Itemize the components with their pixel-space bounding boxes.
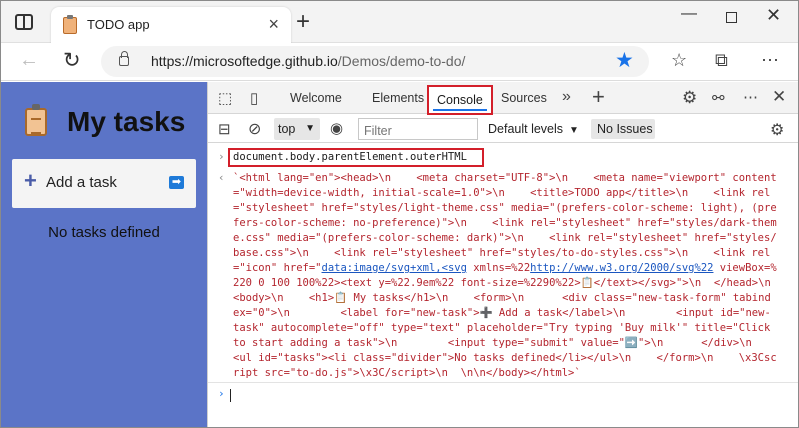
default-levels-select[interactable]: Default levels ▼ (488, 122, 579, 136)
no-tasks-message: No tasks defined (48, 224, 160, 241)
add-task-form[interactable]: + Add a task ➡ (12, 159, 196, 208)
live-expression-eye-icon[interactable]: ◉ (330, 119, 343, 137)
tab-console[interactable]: Console (427, 85, 493, 115)
plus-icon: + (24, 168, 37, 193)
lock-icon[interactable] (119, 51, 129, 66)
minimize-icon[interactable]: — (681, 5, 697, 23)
add-task-label[interactable]: Add a task (46, 174, 117, 191)
caret-down-icon: ▼ (305, 123, 315, 134)
settings-gear-icon[interactable]: ⚙ (682, 88, 697, 108)
inspect-element-icon[interactable]: ⬚ (218, 89, 232, 107)
devtools-tab-bar: ⬚ ▯ Welcome Elements Console Sources » +… (208, 82, 798, 115)
maximize-icon[interactable] (726, 12, 737, 23)
close-window-icon[interactable]: ✕ (766, 5, 781, 26)
close-devtools-icon[interactable]: ✕ (772, 87, 786, 107)
data-uri-link[interactable]: data:image/svg+xml,<svg (322, 262, 467, 274)
console-result: `<html lang="en"><head>\n <meta charset=… (233, 172, 790, 379)
collections-icon[interactable]: ⧉ (715, 50, 728, 71)
favorite-star-icon[interactable]: ★ (615, 48, 634, 73)
svg-namespace-link[interactable]: http://www.w3.org/2000/svg%22 (530, 262, 713, 274)
tab-sources[interactable]: Sources (501, 91, 547, 105)
clear-console-icon[interactable]: ⊘ (248, 119, 261, 139)
console-command: document.body.parentElement.outerHTML (228, 148, 484, 167)
back-arrow-icon[interactable]: ← (19, 49, 39, 72)
console-settings-gear-icon[interactable]: ⚙ (770, 120, 784, 140)
tab-welcome[interactable]: Welcome (290, 91, 342, 105)
tab-title: TODO app (87, 17, 150, 32)
console-toolbar: ⊟ ⊘ top▼ ◉ Default levels▼ No Issues ⚙ (208, 115, 798, 143)
result-chevron-icon: ‹ (218, 171, 225, 184)
page-title: My tasks (25, 104, 186, 138)
clipboard-icon (25, 104, 47, 136)
todo-page: My tasks + Add a task ➡ No tasks defined (1, 82, 207, 427)
no-issues-button[interactable]: No Issues (591, 119, 655, 139)
close-tab-icon[interactable]: × (268, 15, 279, 33)
tab-elements[interactable]: Elements (372, 91, 424, 105)
context-select[interactable]: top ▼ (274, 118, 320, 140)
divider (208, 382, 798, 383)
prompt-chevron-icon: › (218, 387, 225, 400)
device-emulation-icon[interactable]: ▯ (250, 89, 258, 107)
browser-tab[interactable]: TODO app × (51, 7, 291, 43)
submit-arrow-icon[interactable]: ➡ (169, 176, 184, 189)
tab-strip: TODO app × + — ✕ (1, 1, 798, 43)
page-heading: My tasks (67, 106, 186, 137)
console-output[interactable]: › document.body.parentElement.outerHTML … (208, 144, 798, 427)
filter-input[interactable] (358, 118, 478, 140)
more-tabs-icon[interactable]: » (562, 88, 571, 106)
favorites-icon[interactable]: ☆ (671, 50, 687, 71)
more-options-icon[interactable]: ⋯ (743, 88, 758, 106)
devtools-panel: ⬚ ▯ Welcome Elements Console Sources » +… (207, 82, 798, 427)
settings-more-icon[interactable]: ⋯ (761, 50, 779, 71)
url-text: https://microsoftedge.github.io/Demos/de… (151, 53, 466, 69)
address-bar[interactable]: https://microsoftedge.github.io/Demos/de… (101, 46, 649, 77)
clipboard-favicon-icon (63, 15, 77, 34)
new-tab-icon[interactable]: + (296, 10, 310, 34)
browser-toolbar: ← ↻ https://microsoftedge.github.io/Demo… (1, 43, 798, 81)
input-chevron-icon: › (218, 150, 225, 163)
show-sidebar-icon[interactable]: ⊟ (218, 120, 231, 138)
connect-device-icon[interactable]: ⚯ (712, 89, 725, 107)
browser-window: TODO app × + — ✕ ← ↻ https://microsofted… (0, 0, 799, 428)
refresh-icon[interactable]: ↻ (63, 48, 81, 73)
caret-down-icon: ▼ (569, 125, 579, 136)
tab-actions-icon[interactable] (15, 14, 33, 30)
console-input-caret[interactable] (230, 389, 231, 402)
add-tool-icon[interactable]: + (592, 84, 605, 110)
